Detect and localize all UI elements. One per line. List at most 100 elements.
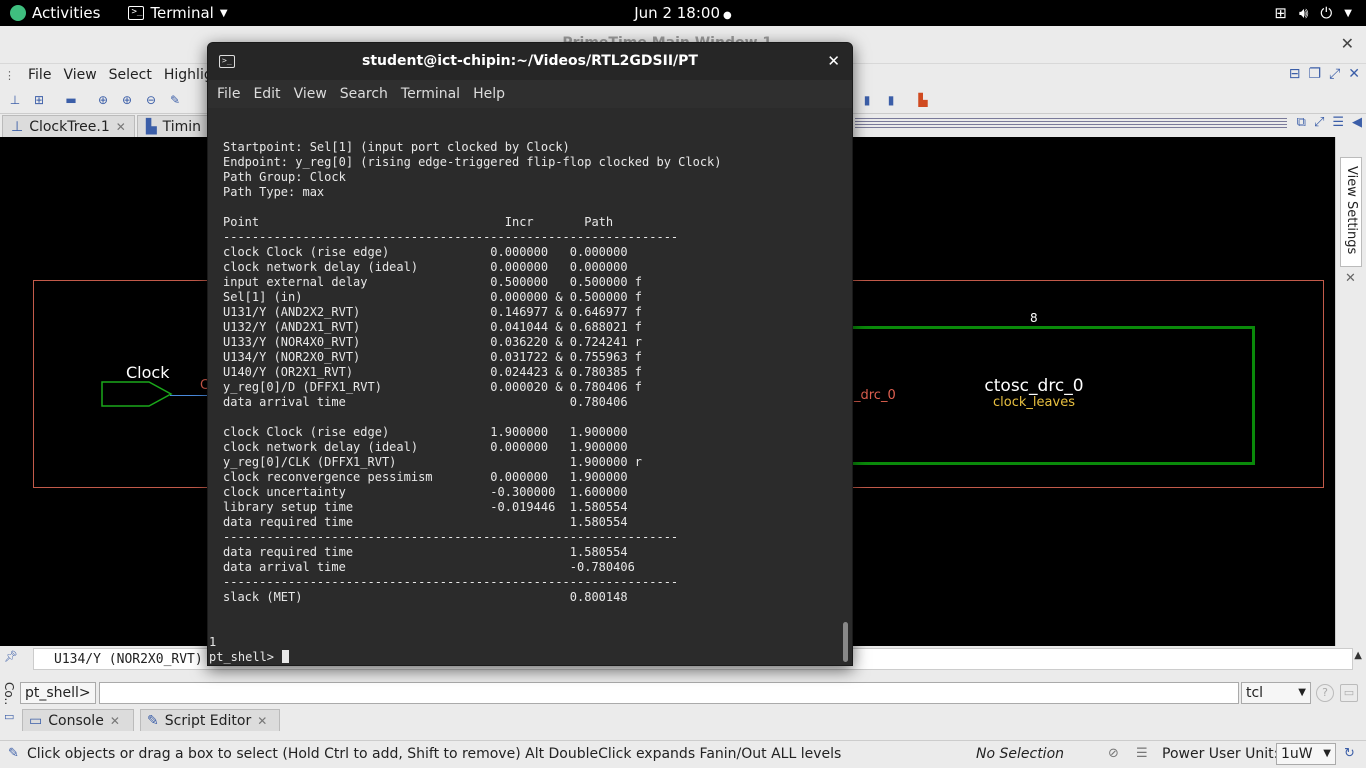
clock-port-symbol[interactable] xyxy=(101,381,173,407)
plug-icon[interactable]: ▬ xyxy=(62,92,80,108)
clock-port-label: Clock xyxy=(126,363,170,382)
chart-icon[interactable]: ▙ xyxy=(914,92,932,108)
float-icon[interactable]: ⤢ xyxy=(1329,66,1340,82)
menu-view[interactable]: View xyxy=(63,67,96,83)
timing-chart-icon: ▙ xyxy=(145,118,157,135)
collapse-icon[interactable]: ◀ xyxy=(1352,115,1362,130)
power-unit-select[interactable]: 1uW ▼ xyxy=(1276,743,1336,765)
side-icon[interactable]: ▭ xyxy=(4,710,14,723)
close-icon[interactable]: ✕ xyxy=(257,714,267,728)
cluster-count: 8 xyxy=(1030,311,1038,325)
volume-icon[interactable]: 🔊︎ xyxy=(1299,4,1308,22)
menu-icon[interactable]: ☰ xyxy=(1332,115,1344,130)
console-side-label: Co... xyxy=(2,682,16,709)
status-message: Click objects or drag a box to select (H… xyxy=(27,746,842,762)
menu-view[interactable]: View xyxy=(294,86,327,102)
list-icon[interactable]: ☰ xyxy=(1136,746,1148,761)
history-icon[interactable]: ↻ xyxy=(1344,746,1355,761)
restore-icon[interactable]: ⧉ xyxy=(1297,115,1306,130)
zoom-fit-icon[interactable]: ⊕ xyxy=(94,92,112,108)
scroll-up-icon[interactable]: ▲ xyxy=(1354,650,1362,661)
tab-label: Console xyxy=(48,712,104,729)
pan-icon[interactable]: ✎ xyxy=(166,92,184,108)
tab-clocktree[interactable]: ⊥ ClockTree.1 ✕ xyxy=(2,115,135,137)
shell-prompt: pt_shell> xyxy=(209,650,282,664)
maximize-icon[interactable]: ⤢ xyxy=(1314,115,1324,130)
terminal-titlebar[interactable]: >_ student@ict-chipin:~/Videos/RTL2GDSII… xyxy=(208,43,852,80)
histogram-icon[interactable]: ▮ xyxy=(858,92,876,108)
tab-label: Timin xyxy=(162,118,202,135)
text-cursor xyxy=(282,650,290,663)
cascade-icon[interactable]: ❐ xyxy=(1309,66,1322,82)
terminal-title: student@ict-chipin:~/Videos/RTL2GDSII/PT xyxy=(362,53,698,69)
command-result: 1 xyxy=(209,635,217,649)
zoom-out-icon[interactable]: ⊖ xyxy=(142,92,160,108)
prompt-selector[interactable]: pt_shell> xyxy=(20,682,96,704)
close-icon[interactable]: ✕ xyxy=(1341,34,1354,53)
clear-icon[interactable]: ▭ xyxy=(1340,684,1358,702)
pin-icon[interactable]: 📌︎ xyxy=(4,650,18,663)
menu-edit[interactable]: Edit xyxy=(253,86,280,102)
power-unit-value: 1uW xyxy=(1281,746,1313,762)
terminal-menubar: File Edit View Search Terminal Help xyxy=(208,80,852,108)
help-icon[interactable]: ? xyxy=(1316,684,1334,702)
chevron-down-icon: ▼ xyxy=(1323,748,1331,759)
clock-wire[interactable] xyxy=(170,395,210,396)
clocktree-icon: ⊥ xyxy=(11,118,24,135)
language-value: tcl xyxy=(1246,685,1264,701)
tab-timing[interactable]: ▙ Timin xyxy=(136,115,211,137)
script-editor-icon: ✎ xyxy=(147,712,159,729)
app-menu[interactable]: >_ Terminal ▼ xyxy=(128,4,228,22)
menu-search[interactable]: Search xyxy=(340,86,388,102)
tab-drag-handle[interactable] xyxy=(855,118,1287,128)
notification-dot-icon: ● xyxy=(723,10,732,21)
menu-help[interactable]: Help xyxy=(473,86,505,102)
tab-view-settings[interactable]: View Settings xyxy=(1340,157,1362,267)
terminal-scrollbar[interactable] xyxy=(843,622,848,662)
bottom-tabbar: ▭ Console ✕ ✎ Script Editor ✕ ▭ xyxy=(0,706,1366,732)
histogram-icon[interactable]: ▮ xyxy=(882,92,900,108)
tree-icon[interactable]: ⊞ xyxy=(30,92,48,108)
hierarchy-icon[interactable]: ⊥ xyxy=(6,92,24,108)
timing-report: Startpoint: Sel[1] (input port clocked b… xyxy=(223,140,722,604)
tile-icon[interactable]: ⊟ xyxy=(1289,66,1301,82)
cluster-subtitle: clock_leaves xyxy=(993,395,1075,410)
close-icon[interactable]: ✕ xyxy=(827,52,840,70)
cluster-name: ctosc_drc_0 xyxy=(984,376,1084,396)
side-panel: View Settings ✕ xyxy=(1335,137,1366,646)
command-row: Co... pt_shell> tcl ▼ ? ▭ xyxy=(0,680,1366,709)
select-tool-icon[interactable]: ✎ xyxy=(8,746,19,761)
zoom-in-icon[interactable]: ⊕ xyxy=(118,92,136,108)
chevron-down-icon: ▼ xyxy=(1298,687,1306,698)
menu-select[interactable]: Select xyxy=(109,67,152,83)
menu-file[interactable]: File xyxy=(28,67,51,83)
distro-logo-icon xyxy=(10,5,26,21)
menu-terminal[interactable]: Terminal xyxy=(401,86,460,102)
terminal-tail: 1 pt_shell> xyxy=(209,635,290,665)
clock[interactable]: Jun 2 18:00 xyxy=(634,4,720,22)
close-icon[interactable]: ✕ xyxy=(1348,66,1360,82)
close-icon[interactable]: ✕ xyxy=(116,120,126,134)
console-icon: ▭ xyxy=(29,712,43,729)
activities-button[interactable]: Activities xyxy=(10,4,100,22)
close-icon[interactable]: ✕ xyxy=(1345,271,1356,286)
terminal-icon: >_ xyxy=(128,6,145,20)
terminal-body[interactable]: Startpoint: Sel[1] (input port clocked b… xyxy=(208,108,852,665)
terminal-window: >_ student@ict-chipin:~/Videos/RTL2GDSII… xyxy=(207,42,853,666)
top-bar: Activities >_ Terminal ▼ Jun 2 18:00 ● ⊞ … xyxy=(0,0,1366,26)
power-unit-label: Power User Unit: xyxy=(1162,746,1279,762)
status-bar: ✎ Click objects or drag a box to select … xyxy=(0,740,1366,768)
selection-status: No Selection xyxy=(976,746,1065,762)
language-select[interactable]: tcl ▼ xyxy=(1241,682,1311,704)
menu-file[interactable]: File xyxy=(217,86,240,102)
chevron-down-icon: ▼ xyxy=(219,7,228,19)
tab-script-editor[interactable]: ✎ Script Editor ✕ xyxy=(140,709,280,731)
chevron-down-icon[interactable]: ▼ xyxy=(1344,8,1352,19)
close-icon[interactable]: ✕ xyxy=(110,714,120,728)
power-icon[interactable]: ⏻ xyxy=(1320,4,1332,22)
command-input[interactable] xyxy=(99,682,1239,704)
network-icon[interactable]: ⊞ xyxy=(1274,4,1287,22)
tab-console[interactable]: ▭ Console ✕ xyxy=(22,709,134,731)
filter-icon[interactable]: ⊘ xyxy=(1108,746,1119,761)
tab-label: View Settings xyxy=(1344,166,1359,255)
